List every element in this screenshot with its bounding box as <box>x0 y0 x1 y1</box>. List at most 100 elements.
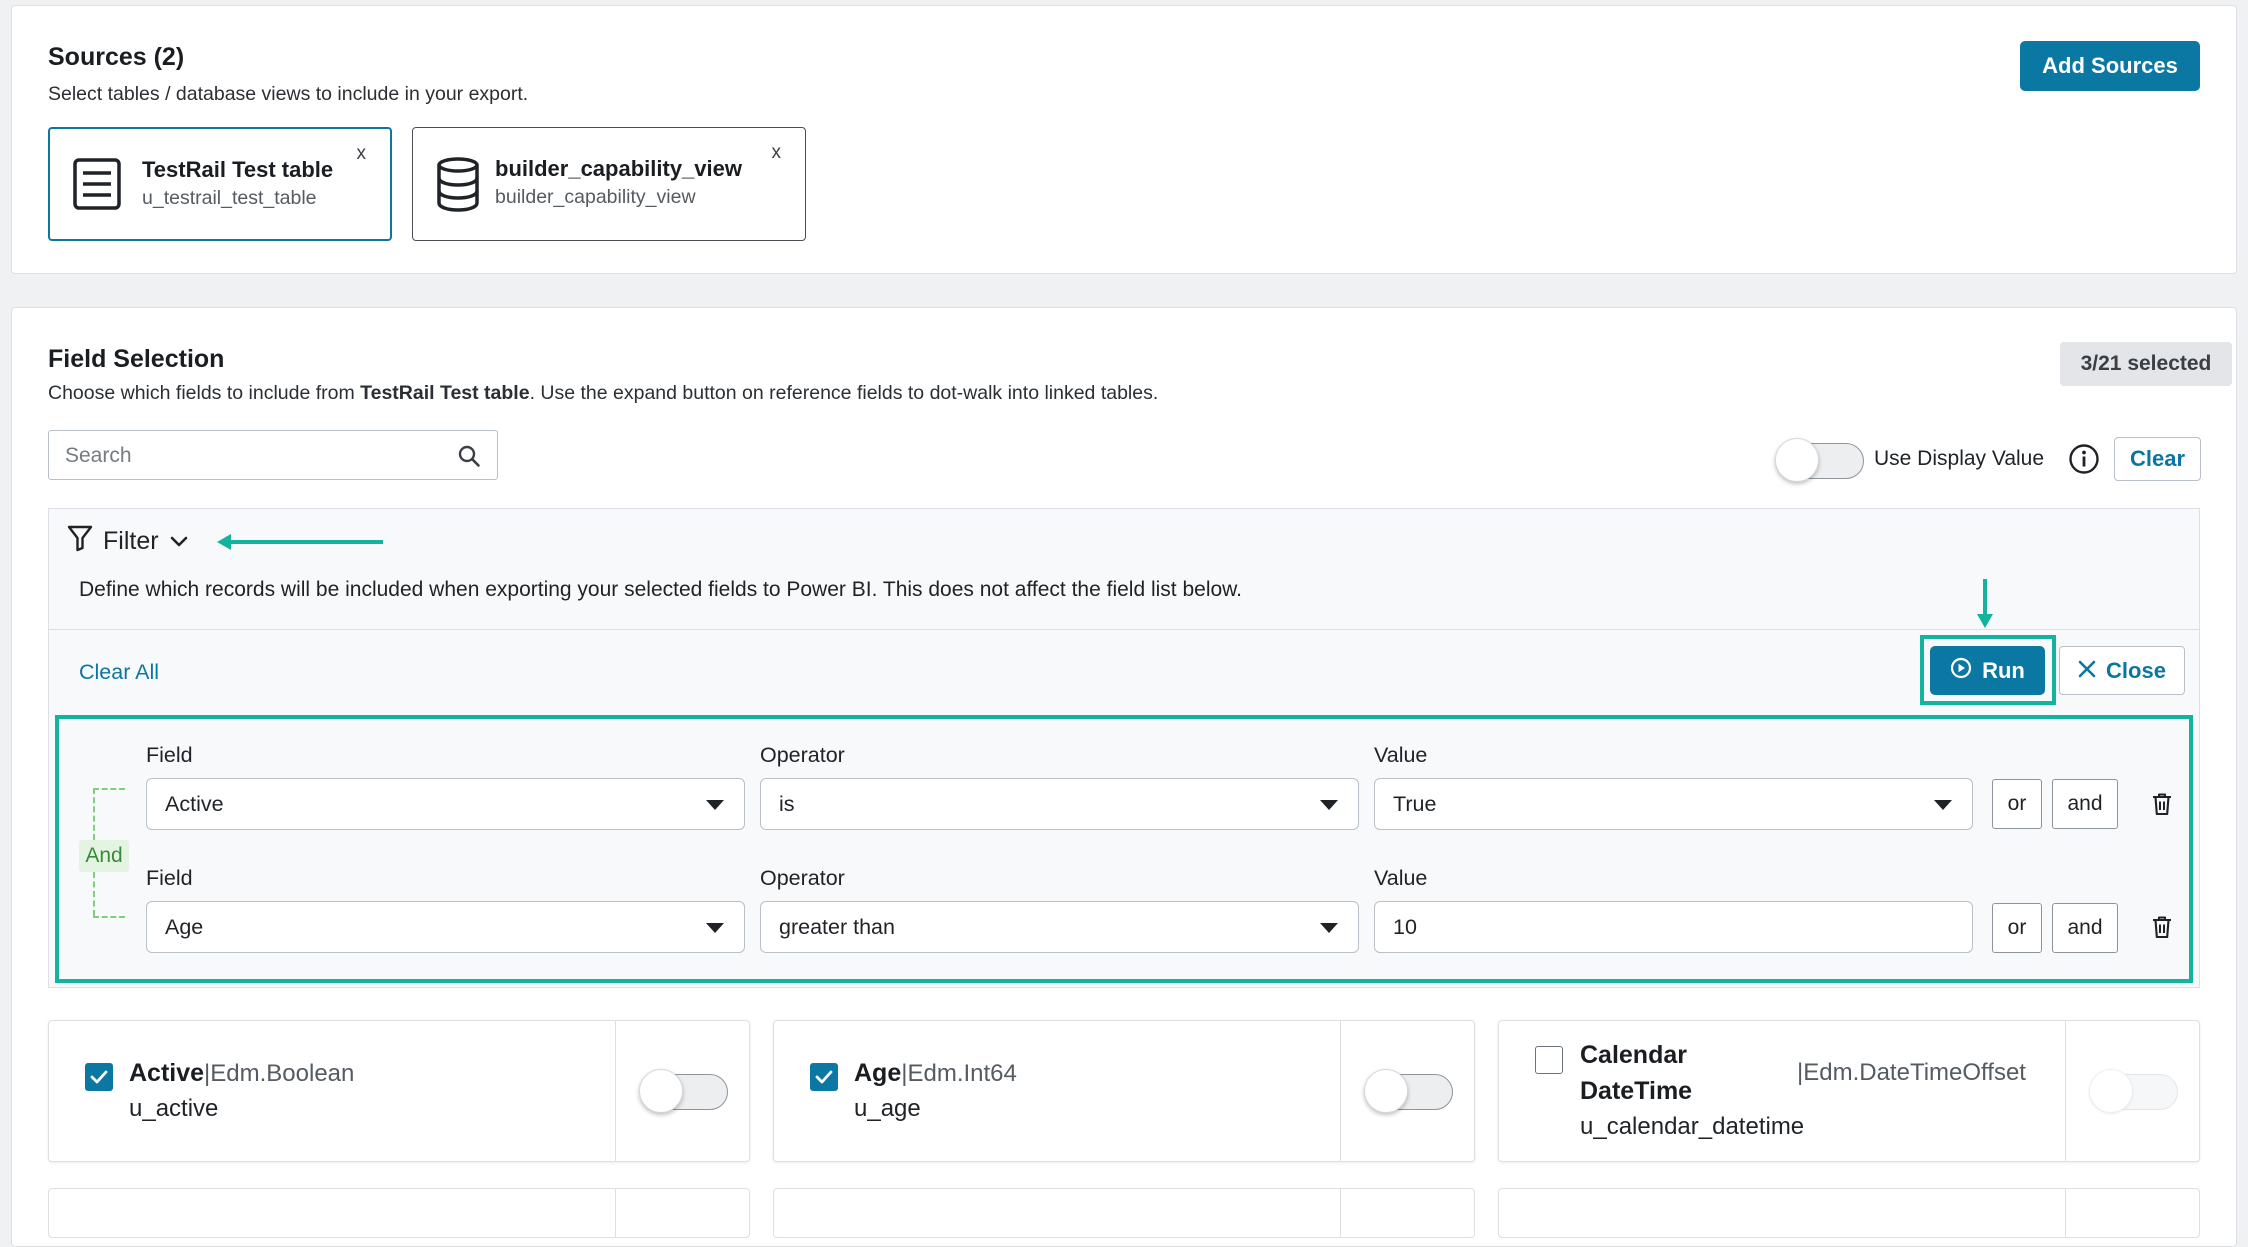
field-card[interactable] <box>773 1188 1475 1238</box>
field-display-toggle[interactable] <box>1364 1069 1453 1113</box>
description-text: . Use the expand button on reference fie… <box>529 382 1159 404</box>
trash-icon[interactable] <box>2151 792 2173 821</box>
field-label: Field <box>146 866 193 890</box>
field-column: u_active <box>129 1095 219 1122</box>
source-title: builder_capability_view <box>495 156 742 181</box>
run-label: Run <box>1982 657 2025 683</box>
field-type: Edm.Int64 <box>907 1060 1017 1087</box>
group-bracket <box>93 788 125 790</box>
close-button[interactable]: Close <box>2059 646 2185 695</box>
add-sources-button[interactable]: Add Sources <box>2020 41 2200 91</box>
field-heading: Age|Edm.Int64 <box>854 1059 1017 1088</box>
field-label: Field <box>146 743 193 767</box>
sources-card: Sources (2) Select tables / database vie… <box>11 5 2237 274</box>
field-display-toggle[interactable] <box>639 1069 728 1113</box>
group-operator-tag[interactable]: And <box>79 840 129 872</box>
operator-select[interactable]: is <box>760 778 1359 830</box>
trash-icon[interactable] <box>2151 915 2173 944</box>
value-label: Value <box>1374 743 1428 767</box>
field-checkbox[interactable] <box>85 1063 113 1091</box>
display-value-toggle[interactable] <box>1775 438 1864 482</box>
operator-label: Operator <box>760 866 845 890</box>
chevron-down-icon <box>169 527 189 556</box>
filter-conditions-group: And Field Active Operator is Value True … <box>55 715 2193 983</box>
or-button[interactable]: or <box>1992 779 2042 829</box>
table-icon <box>72 157 122 216</box>
group-bracket <box>93 788 95 840</box>
search-input[interactable] <box>63 441 443 471</box>
run-button[interactable]: Run <box>1930 646 2045 695</box>
card-divider <box>1340 1021 1341 1161</box>
toggle-knob <box>1775 438 1819 482</box>
remove-source-button[interactable]: x <box>357 143 367 165</box>
clear-button[interactable]: Clear <box>2114 437 2201 481</box>
selected-value: is <box>779 792 795 816</box>
source-tile-builder[interactable]: builder_capability_view builder_capabili… <box>412 127 806 241</box>
description-text: Choose which fields to include from <box>48 382 361 404</box>
field-card-calendar-datetime[interactable]: Calendar DateTime |Edm.DateTimeOffset u_… <box>1498 1020 2200 1162</box>
field-type: Edm.DateTimeOffset <box>1803 1059 2026 1086</box>
toggle-knob <box>639 1069 683 1113</box>
caret-down-icon <box>706 800 724 810</box>
and-button[interactable]: and <box>2052 903 2118 953</box>
sources-title: Sources (2) <box>48 43 185 71</box>
filter-toggle[interactable]: Filter <box>67 524 189 559</box>
field-select[interactable]: Age <box>146 901 745 953</box>
remove-source-button[interactable]: x <box>772 142 782 164</box>
or-button[interactable]: or <box>1992 903 2042 953</box>
caret-down-icon <box>706 923 724 933</box>
toggle-knob <box>2089 1069 2133 1113</box>
checkmark-icon <box>90 1070 108 1084</box>
filter-divider <box>49 629 2199 630</box>
field-type: Edm.Boolean <box>210 1060 355 1087</box>
field-card[interactable] <box>48 1188 750 1238</box>
card-divider <box>615 1021 616 1161</box>
field-selection-description: Choose which fields to include from Test… <box>48 382 1158 405</box>
info-icon[interactable] <box>2068 443 2100 480</box>
field-name-line1: Calendar <box>1580 1041 1687 1069</box>
selected-value: Age <box>165 915 204 939</box>
field-checkbox[interactable] <box>1535 1046 1563 1074</box>
card-divider <box>2065 1021 2066 1161</box>
group-bracket <box>93 872 95 916</box>
operator-label: Operator <box>760 743 845 767</box>
search-icon[interactable] <box>457 444 481 473</box>
annotation-arrow-down-icon <box>1974 579 1996 634</box>
field-display-toggle[interactable] <box>2089 1069 2178 1113</box>
sources-subtitle: Select tables / database views to includ… <box>48 83 529 105</box>
annotation-arrow-left-icon <box>215 531 385 558</box>
input-value: 10 <box>1393 915 1417 939</box>
field-card-active[interactable]: Active|Edm.Boolean u_active <box>48 1020 750 1162</box>
field-checkbox[interactable] <box>810 1063 838 1091</box>
source-title: TestRail Test table <box>142 157 334 182</box>
field-name: Active <box>129 1059 205 1087</box>
operator-select[interactable]: greater than <box>760 901 1359 953</box>
value-label: Value <box>1374 866 1428 890</box>
and-button[interactable]: and <box>2052 779 2118 829</box>
value-input[interactable]: 10 <box>1374 901 1973 953</box>
source-subtitle: builder_capability_view <box>495 186 696 208</box>
card-divider <box>1340 1189 1341 1237</box>
source-tile-testrail[interactable]: TestRail Test table u_testrail_test_tabl… <box>48 127 392 241</box>
field-card[interactable] <box>1498 1188 2200 1238</box>
description-table-name: TestRail Test table <box>360 382 530 404</box>
play-circle-icon <box>1950 657 1972 685</box>
field-heading: Active|Edm.Boolean <box>129 1059 354 1088</box>
filter-label: Filter <box>103 527 159 555</box>
caret-down-icon <box>1320 923 1338 933</box>
value-select[interactable]: True <box>1374 778 1973 830</box>
selected-value: True <box>1393 792 1437 816</box>
field-name: Age <box>854 1059 902 1087</box>
search-box <box>48 430 498 480</box>
toggle-knob <box>1364 1069 1408 1113</box>
field-column: u_calendar_datetime <box>1580 1113 1805 1140</box>
field-card-age[interactable]: Age|Edm.Int64 u_age <box>773 1020 1475 1162</box>
database-icon <box>435 156 481 217</box>
filter-panel: Filter Define which records will be incl… <box>48 508 2200 988</box>
field-selection-title: Field Selection <box>48 345 225 373</box>
field-select[interactable]: Active <box>146 778 745 830</box>
caret-down-icon <box>1320 800 1338 810</box>
selected-value: greater than <box>779 915 895 939</box>
field-column: u_age <box>854 1095 921 1122</box>
clear-all-link[interactable]: Clear All <box>79 660 159 685</box>
